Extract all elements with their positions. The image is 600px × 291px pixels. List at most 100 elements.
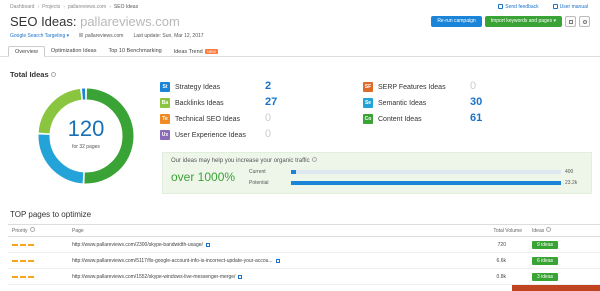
toolbar: Re-run campaign Import keywords and page… xyxy=(431,16,590,27)
tab-optimization-ideas[interactable]: Optimization Ideas xyxy=(45,46,103,57)
table-row: http://www.pallareviews.com/5117/fix-goo… xyxy=(8,252,600,269)
info-icon[interactable] xyxy=(50,72,56,77)
volume-cell: 0.8k xyxy=(468,268,528,285)
top-links: Send feedback User manual xyxy=(498,4,588,10)
tab-ideas-trend[interactable]: Ideas Trend NEW xyxy=(168,46,224,57)
idea-label: Backlinks Ideas xyxy=(175,99,224,107)
idea-category[interactable]: SF SERP Features Ideas xyxy=(363,82,446,92)
search-targeting-dropdown[interactable]: Google Search Targeting ▾ xyxy=(10,33,69,39)
feedback-tab[interactable] xyxy=(512,285,600,291)
site-label: pallareviews.com xyxy=(79,33,123,39)
idea-value[interactable]: 0 xyxy=(470,80,476,92)
tab-top10-benchmarking[interactable]: Top 10 Benchmarking xyxy=(102,46,167,57)
volume-cell: 720 xyxy=(468,236,528,253)
project-meta: Google Search Targeting ▾ pallareviews.c… xyxy=(10,33,204,39)
ideas-button[interactable]: 6 ideas xyxy=(532,256,559,265)
current-label: Current xyxy=(249,169,266,175)
info-icon[interactable] xyxy=(546,227,552,232)
col-priority[interactable]: Priority xyxy=(8,224,68,237)
idea-value[interactable]: 61 xyxy=(470,112,482,124)
page-cell: http://www.pallareviews.com/2300/skype-b… xyxy=(68,236,468,253)
current-bar xyxy=(291,170,561,174)
external-link-icon[interactable] xyxy=(205,242,210,247)
total-ideas-subtitle: for 32 pages xyxy=(72,144,100,150)
site-icon xyxy=(79,33,84,37)
volume-cell: 6.6k xyxy=(468,252,528,269)
traffic-increase: over 1000% xyxy=(171,170,236,184)
traffic-label: Our ideas may help you increase your org… xyxy=(171,157,317,164)
book-icon xyxy=(552,4,558,9)
current-bar-fill xyxy=(291,170,297,174)
current-value: 400 xyxy=(565,169,574,175)
last-update: Last update: Sun, Mar 12, 2017 xyxy=(133,33,204,39)
ideas-button[interactable]: 9 ideas xyxy=(532,240,559,249)
external-link-icon[interactable] xyxy=(275,258,280,263)
idea-value[interactable]: 0 xyxy=(265,128,271,140)
idea-badge-icon: SF xyxy=(363,82,373,92)
breadcrumb-current: SEO Ideas xyxy=(113,4,139,10)
idea-label: Strategy Ideas xyxy=(175,83,221,91)
breadcrumb-projects[interactable]: Projects xyxy=(42,4,60,10)
potential-bar xyxy=(291,181,561,185)
top-pages-table: Priority Page Total Volume Ideas http://… xyxy=(8,224,600,285)
idea-category[interactable]: Se Semantic Ideas xyxy=(363,98,426,108)
rerun-campaign-button[interactable]: Re-run campaign xyxy=(431,16,482,27)
info-icon[interactable] xyxy=(311,157,317,162)
export-icon[interactable] xyxy=(565,16,576,27)
ideas-cell: 9 ideas xyxy=(528,236,600,253)
idea-category[interactable]: Te Technical SEO Ideas xyxy=(160,114,240,124)
page-link[interactable]: http://www.pallareviews.com/1552/skype-w… xyxy=(72,274,235,280)
idea-category[interactable]: Co Content Ideas xyxy=(363,114,422,124)
new-badge: NEW xyxy=(204,49,219,54)
priority-cell xyxy=(8,252,68,269)
page-cell: http://www.pallareviews.com/1552/skype-w… xyxy=(68,268,468,285)
idea-label: SERP Features Ideas xyxy=(378,83,446,91)
idea-label: User Experience Ideas xyxy=(175,131,246,139)
priority-cell xyxy=(8,268,68,285)
idea-category[interactable]: Ba Backlinks Ideas xyxy=(160,98,224,108)
breadcrumb-dashboard[interactable]: Dashboard xyxy=(10,4,34,10)
info-icon[interactable] xyxy=(29,227,35,232)
import-keywords-button[interactable]: Import keywords and pages ▾ xyxy=(484,16,562,27)
priority-indicator xyxy=(12,275,68,278)
table-row: http://www.pallareviews.com/1552/skype-w… xyxy=(8,268,600,285)
top-pages-title: TOP pages to optimize xyxy=(10,210,92,219)
idea-badge-icon: Te xyxy=(160,114,170,124)
send-feedback-link[interactable]: Send feedback xyxy=(498,4,539,10)
idea-badge-icon: St xyxy=(160,82,170,92)
idea-label: Content Ideas xyxy=(378,115,422,123)
idea-badge-icon: Co xyxy=(363,114,373,124)
page-link[interactable]: http://www.pallareviews.com/5117/fix-goo… xyxy=(72,258,273,264)
priority-indicator xyxy=(12,259,68,262)
ideas-cell: 6 ideas xyxy=(528,252,600,269)
user-manual-link[interactable]: User manual xyxy=(552,4,588,10)
breadcrumb-project[interactable]: pallareviews.com xyxy=(68,4,106,10)
external-link-icon[interactable] xyxy=(238,274,243,279)
potential-label: Potential xyxy=(249,180,269,186)
col-ideas[interactable]: Ideas xyxy=(528,224,600,237)
ideas-cell: 3 ideas xyxy=(528,268,600,285)
settings-icon[interactable] xyxy=(579,16,590,27)
page-title: SEO Ideas: pallareviews.com xyxy=(10,14,180,29)
idea-label: Semantic Ideas xyxy=(378,99,427,107)
traffic-panel: Our ideas may help you increase your org… xyxy=(162,152,592,194)
idea-value[interactable]: 30 xyxy=(470,96,482,108)
idea-badge-icon: Se xyxy=(363,98,373,108)
tabs: Overview Optimization Ideas Top 10 Bench… xyxy=(8,46,224,57)
page-cell: http://www.pallareviews.com/5117/fix-goo… xyxy=(68,252,468,269)
col-page[interactable]: Page xyxy=(68,224,468,237)
idea-value[interactable]: 2 xyxy=(265,80,271,92)
idea-value[interactable]: 0 xyxy=(265,112,271,124)
total-ideas-title: Total Ideas xyxy=(10,70,56,79)
ideas-button[interactable]: 3 ideas xyxy=(532,272,559,281)
idea-category[interactable]: St Strategy Ideas xyxy=(160,82,220,92)
tab-overview[interactable]: Overview xyxy=(8,46,45,57)
idea-category[interactable]: Ux User Experience Ideas xyxy=(160,130,246,140)
feedback-icon xyxy=(498,4,504,9)
idea-badge-icon: Ba xyxy=(160,98,170,108)
table-row: http://www.pallareviews.com/2300/skype-b… xyxy=(8,236,600,253)
col-total-volume[interactable]: Total Volume xyxy=(468,224,528,237)
idea-value[interactable]: 27 xyxy=(265,96,277,108)
idea-badge-icon: Ux xyxy=(160,130,170,140)
page-link[interactable]: http://www.pallareviews.com/2300/skype-b… xyxy=(72,242,203,248)
